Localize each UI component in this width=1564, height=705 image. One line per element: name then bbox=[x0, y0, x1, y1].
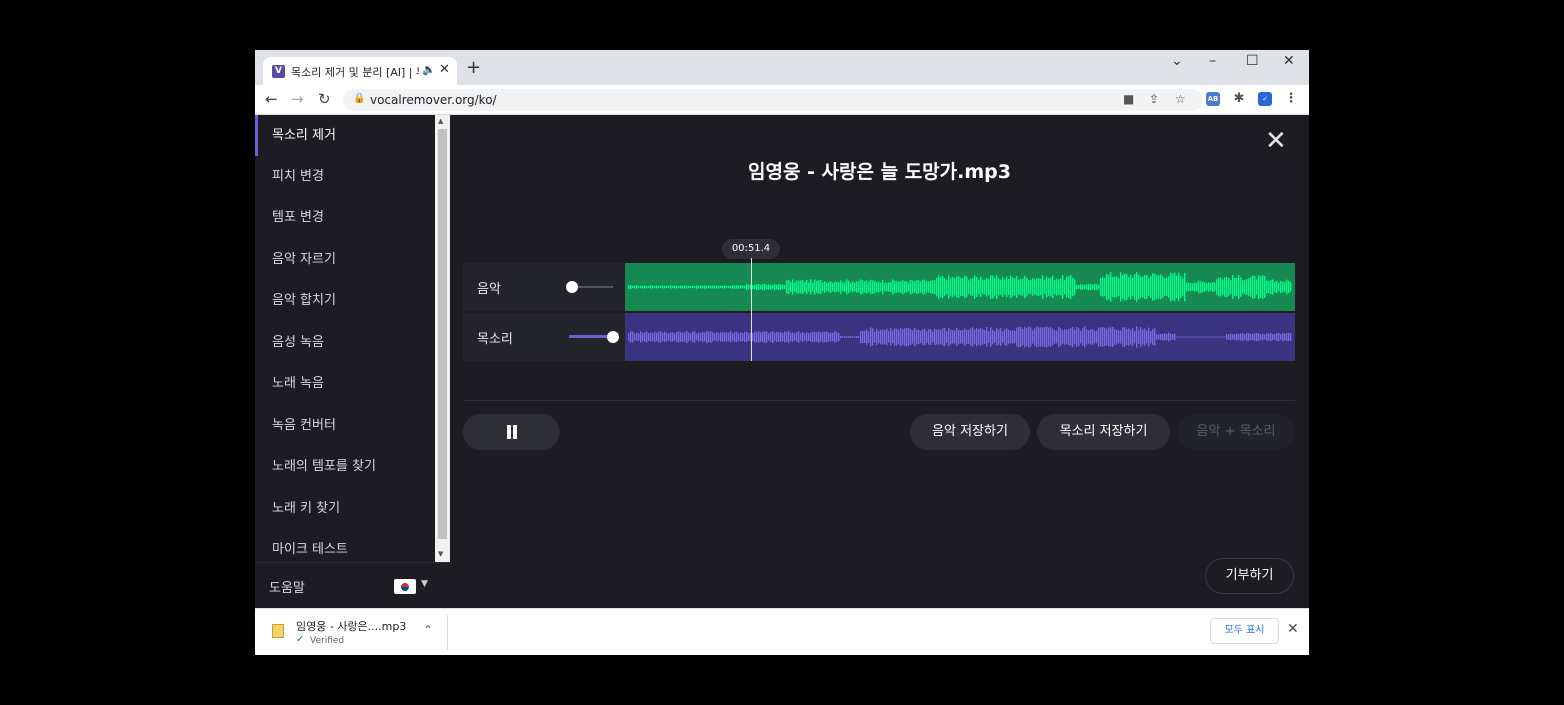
show-all-button[interactable]: 모두 표시 bbox=[1210, 618, 1279, 644]
sidebar-item-cutter[interactable]: 음악 자르기 bbox=[255, 239, 435, 280]
save-music-button[interactable]: 음악 저장하기 bbox=[910, 414, 1030, 450]
voice-waveform[interactable] bbox=[625, 313, 1295, 361]
song-title: 임영웅 - 사랑은 늘 도망가.mp3 bbox=[748, 161, 1011, 183]
scrollbar-thumb[interactable] bbox=[438, 129, 447, 539]
donate-button[interactable]: 기부하기 bbox=[1205, 558, 1294, 594]
new-tab-icon[interactable]: + bbox=[466, 59, 481, 77]
browser-tab[interactable]: V 목소리 제거 및 분리 [AI] | 무료 보컬 제거기 🔈 ✕ bbox=[263, 57, 457, 85]
pause-button[interactable] bbox=[463, 414, 560, 450]
sidebar-menu: 목소리 제거 피치 변경 템포 변경 음악 자르기 음악 합치기 음성 녹음 노… bbox=[255, 115, 435, 562]
bookmark-star-icon[interactable]: ☆ bbox=[1175, 92, 1186, 106]
download-file-name[interactable]: 임영웅 - 사랑은....mp3 bbox=[296, 618, 406, 634]
browser-window: V 목소리 제거 및 분리 [AI] | 무료 보컬 제거기 🔈 ✕ + ⌄ –… bbox=[255, 50, 1309, 655]
site-favicon-icon: V bbox=[272, 65, 285, 78]
sidebar-item-remove-vocals[interactable]: 목소리 제거 bbox=[255, 115, 435, 156]
sidebar-item-pitch[interactable]: 피치 변경 bbox=[255, 156, 435, 197]
page-content: 목소리 제거 피치 변경 템포 변경 음악 자르기 음악 합치기 음성 녹음 노… bbox=[255, 115, 1309, 608]
download-options-icon[interactable]: ⌃ bbox=[423, 623, 433, 637]
extensions-puzzle-icon[interactable]: ✱ bbox=[1232, 92, 1246, 106]
shelf-separator bbox=[447, 615, 448, 650]
voice-volume-fill bbox=[569, 335, 609, 338]
music-track: 음악 bbox=[463, 263, 1295, 311]
back-arrow-icon[interactable]: ← bbox=[265, 90, 278, 108]
verified-check-icon: ✓ bbox=[296, 634, 305, 645]
player-panel: ✕ 임영웅 - 사랑은 늘 도망가.mp3 00:51.4 음악 목소리 음악 … bbox=[450, 115, 1309, 608]
sidebar-item-bpm-finder[interactable]: 노래의 템포를 찾기 bbox=[255, 446, 435, 487]
sidebar-item-converter[interactable]: 녹음 컨버터 bbox=[255, 405, 435, 446]
address-bar[interactable]: 🔒 vocalremover.org/ko/ ■ ⇪ ☆ bbox=[343, 89, 1203, 111]
file-icon bbox=[272, 624, 284, 638]
adblock-extension-icon[interactable]: AB bbox=[1206, 92, 1220, 106]
sidebar: 목소리 제거 피치 변경 템포 변경 음악 자르기 음악 합치기 음성 녹음 노… bbox=[255, 115, 450, 608]
playhead[interactable] bbox=[751, 258, 752, 361]
tab-search-icon[interactable]: ⌄ bbox=[1171, 53, 1183, 69]
sidebar-item-tempo[interactable]: 템포 변경 bbox=[255, 197, 435, 238]
lock-icon: 🔒 bbox=[353, 93, 366, 104]
sidebar-item-voice-recorder[interactable]: 음성 녹음 bbox=[255, 322, 435, 363]
music-waveform[interactable] bbox=[625, 263, 1295, 311]
voice-volume-knob[interactable] bbox=[607, 331, 619, 343]
minimize-icon[interactable]: – bbox=[1209, 53, 1216, 69]
reload-icon[interactable]: ↻ bbox=[318, 90, 331, 108]
voice-track: 목소리 bbox=[463, 313, 1295, 361]
language-dropdown-icon[interactable]: ▼ bbox=[421, 579, 428, 589]
sidebar-item-key-finder[interactable]: 노래 키 찾기 bbox=[255, 488, 435, 529]
current-time-badge: 00:51.4 bbox=[722, 239, 780, 259]
voice-track-label: 목소리 bbox=[477, 332, 513, 347]
camera-icon[interactable]: ■ bbox=[1123, 92, 1134, 106]
shield-extension-icon[interactable]: ✓ bbox=[1258, 92, 1272, 106]
controls-divider bbox=[463, 400, 1295, 401]
browser-toolbar: ← → ↻ 🔒 vocalremover.org/ko/ ■ ⇪ ☆ AB ✱ … bbox=[255, 85, 1309, 115]
shelf-close-icon[interactable]: ✕ bbox=[1287, 621, 1299, 637]
save-voice-button[interactable]: 목소리 저장하기 bbox=[1037, 414, 1170, 450]
music-track-label: 음악 bbox=[477, 282, 501, 297]
audio-playing-icon[interactable]: 🔈 bbox=[422, 63, 436, 76]
scroll-down-icon[interactable]: ▼ bbox=[438, 550, 443, 558]
music-volume-knob[interactable] bbox=[566, 281, 578, 293]
share-icon[interactable]: ⇪ bbox=[1149, 92, 1159, 106]
sidebar-item-joiner[interactable]: 음악 합치기 bbox=[255, 280, 435, 321]
download-shelf: 임영웅 - 사랑은....mp3 ✓ Verified ⌃ 모두 표시 ✕ bbox=[255, 608, 1309, 655]
tab-strip: V 목소리 제거 및 분리 [AI] | 무료 보컬 제거기 🔈 ✕ + ⌄ –… bbox=[255, 50, 1309, 85]
help-link[interactable]: 도움말 bbox=[269, 577, 305, 596]
help-bar: 도움말 ▼ bbox=[255, 562, 450, 608]
close-player-icon[interactable]: ✕ bbox=[1265, 128, 1287, 154]
save-both-button[interactable]: 음악 + 목소리 bbox=[1177, 414, 1295, 450]
url-text: vocalremover.org/ko/ bbox=[370, 93, 497, 107]
download-status: Verified bbox=[310, 636, 345, 646]
pause-icon bbox=[507, 425, 511, 439]
sidebar-item-mic-test[interactable]: 마이크 테스트 bbox=[255, 529, 435, 562]
korea-flag-icon[interactable] bbox=[394, 579, 416, 594]
tab-close-icon[interactable]: ✕ bbox=[439, 62, 450, 77]
maximize-icon[interactable]: ☐ bbox=[1246, 53, 1259, 69]
tab-title: 목소리 제거 및 분리 [AI] | 무료 보컬 제거기 bbox=[291, 66, 419, 79]
scroll-up-icon[interactable]: ▲ bbox=[438, 117, 443, 125]
sidebar-scrollbar[interactable]: ▲ ▼ bbox=[435, 115, 450, 562]
window-close-icon[interactable]: ✕ bbox=[1283, 53, 1295, 69]
forward-arrow-icon[interactable]: → bbox=[291, 90, 304, 108]
menu-kebab-icon[interactable]: ⋮ bbox=[1284, 92, 1298, 106]
sidebar-item-karaoke[interactable]: 노래 녹음 bbox=[255, 363, 435, 404]
